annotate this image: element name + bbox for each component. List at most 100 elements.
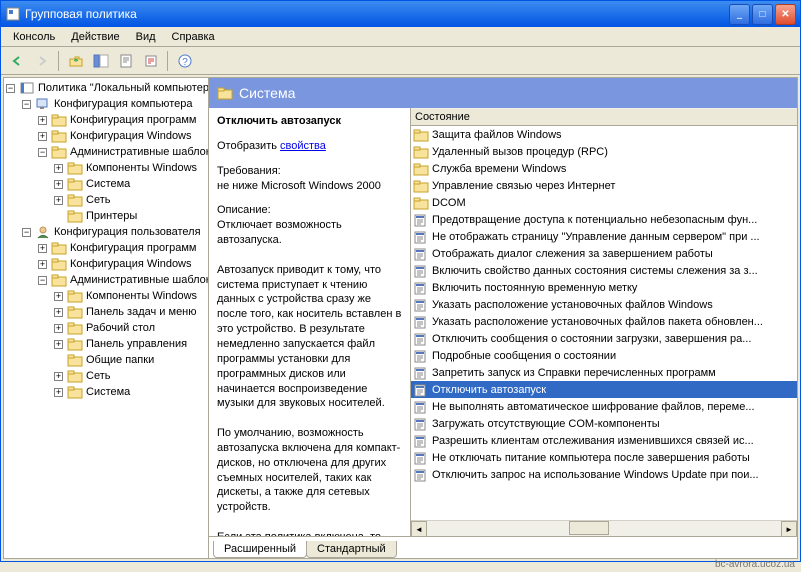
up-button[interactable] [64,50,87,72]
expand-toggle[interactable]: + [38,132,47,141]
list-item-label: Предотвращение доступа к потенциально не… [432,214,757,226]
tree-node[interactable]: −Конфигурация компьютера [6,96,206,112]
tree-node[interactable]: +Компоненты Windows [6,288,206,304]
list-item[interactable]: Не выполнять автоматическое шифрование ф… [411,398,797,415]
tree-node[interactable]: − Политика "Локальный компьютер" [6,80,206,96]
expand-toggle[interactable]: − [22,100,31,109]
tree-node[interactable]: +Конфигурация программ [6,240,206,256]
tree-node[interactable]: +Панель задач и меню [6,304,206,320]
expand-toggle[interactable]: + [54,308,63,317]
expand-toggle[interactable]: + [38,260,47,269]
list-item[interactable]: DCOM [411,194,797,211]
menu-action[interactable]: Действие [63,29,127,45]
folder-icon [413,162,429,176]
expand-toggle[interactable]: + [38,116,47,125]
user-icon [35,225,51,239]
tree-label: Политика "Локальный компьютер" [38,82,209,94]
forward-button[interactable] [30,50,53,72]
tree-node[interactable]: +Рабочий стол [6,320,206,336]
tree-node[interactable]: +Сеть [6,192,206,208]
list-item[interactable]: Отключить запрос на использование Window… [411,466,797,483]
tree-node[interactable]: −Конфигурация пользователя [6,224,206,240]
expand-toggle[interactable]: − [22,228,31,237]
folder-icon [67,193,83,207]
list-item-label: Служба времени Windows [432,163,566,175]
expand-toggle[interactable]: + [54,388,63,397]
list-item[interactable]: Не отключать питание компьютера после за… [411,449,797,466]
tree-node[interactable]: +Панель управления [6,336,206,352]
minimize-button[interactable]: _ [729,4,750,25]
list-item[interactable]: Отключить автозапуск [411,381,797,398]
expand-toggle[interactable]: + [38,244,47,253]
expand-toggle[interactable]: + [54,372,63,381]
tree-node[interactable]: +Конфигурация программ [6,112,206,128]
list-item[interactable]: Подробные сообщения о состоянии [411,347,797,364]
list-item[interactable]: Управление связью через Интернет [411,177,797,194]
list-item[interactable]: Указать расположение установочных файлов… [411,296,797,313]
list-item[interactable]: Запретить запуск из Справки перечисленны… [411,364,797,381]
tree-node[interactable]: −Административные шаблоны [6,272,206,288]
expand-toggle[interactable]: − [38,276,47,285]
close-button[interactable]: ✕ [775,4,796,25]
list-item[interactable]: Включить постоянную временную метку [411,279,797,296]
expand-toggle[interactable]: − [38,148,47,157]
properties-button[interactable] [114,50,137,72]
tree-node[interactable]: +Сеть [6,368,206,384]
properties-link[interactable]: свойства [280,140,326,152]
scroll-right-button[interactable]: ► [781,521,797,536]
maximize-button[interactable]: □ [752,4,773,25]
tree-node[interactable]: Общие папки [6,352,206,368]
list-body[interactable]: Защита файлов WindowsУдаленный вызов про… [411,126,797,520]
desc-title: Отключить автозапуск [217,114,402,129]
show-hide-tree-button[interactable] [89,50,112,72]
folder-icon [67,161,83,175]
list-item-label: Разрешить клиентам отслеживания изменивш… [432,435,754,447]
list-item-label: Указать расположение установочных файлов… [432,299,713,311]
expand-toggle[interactable]: − [6,84,15,93]
tree-node[interactable]: + Конфигурация Windows [6,256,206,272]
tree-node[interactable]: +Система [6,176,206,192]
list-item[interactable]: Защита файлов Windows [411,126,797,143]
tree-node[interactable]: +Система [6,384,206,400]
folder-icon [51,129,67,143]
list-item[interactable]: Служба времени Windows [411,160,797,177]
list-item[interactable]: Удаленный вызов процедур (RPC) [411,143,797,160]
tab-standard[interactable]: Стандартный [306,541,397,558]
tree-node[interactable]: +Компоненты Windows [6,160,206,176]
export-button[interactable] [139,50,162,72]
folder-icon [67,209,83,223]
help-button[interactable]: ? [173,50,196,72]
list-item[interactable]: Указать расположение установочных файлов… [411,313,797,330]
list-item[interactable]: Отключить сообщения о состоянии загрузки… [411,330,797,347]
tab-extended[interactable]: Расширенный [213,541,307,558]
scroll-thumb[interactable] [569,521,609,535]
tree-node[interactable]: Принтеры [6,208,206,224]
tree-node[interactable]: −Административные шаблоны [6,144,206,160]
scroll-left-button[interactable]: ◄ [411,521,427,536]
expand-toggle[interactable]: + [54,196,63,205]
list-item-label: Не выполнять автоматическое шифрование ф… [432,401,755,413]
list-header[interactable]: Состояние [411,108,797,126]
list-item[interactable]: Не отображать страницу "Управление данны… [411,228,797,245]
expand-toggle[interactable]: + [54,340,63,349]
list-item[interactable]: Включить свойство данных состояния систе… [411,262,797,279]
list-item[interactable]: Предотвращение доступа к потенциально не… [411,211,797,228]
list-item[interactable]: Отображать диалог слежения за завершение… [411,245,797,262]
tree-label: Принтеры [86,210,137,222]
back-button[interactable] [5,50,28,72]
expand-toggle[interactable]: + [54,292,63,301]
tree-label: Конфигурация Windows [70,258,192,270]
h-scrollbar[interactable]: ◄ ► [411,520,797,536]
tree-node[interactable]: +Конфигурация Windows [6,128,206,144]
menu-help[interactable]: Справка [164,29,223,45]
tree-pane[interactable]: −Политика "Локальный компьютер"−Конфигур… [4,78,209,558]
folder-icon [51,145,67,159]
list-item[interactable]: Загружать отсутствующие COM-компоненты [411,415,797,432]
expand-toggle[interactable]: + [54,164,63,173]
header-title: Система [239,85,295,101]
expand-toggle[interactable]: + [54,324,63,333]
list-item[interactable]: Разрешить клиентам отслеживания изменивш… [411,432,797,449]
expand-toggle[interactable]: + [54,180,63,189]
menu-console[interactable]: Консоль [5,29,63,45]
menu-view[interactable]: Вид [128,29,164,45]
